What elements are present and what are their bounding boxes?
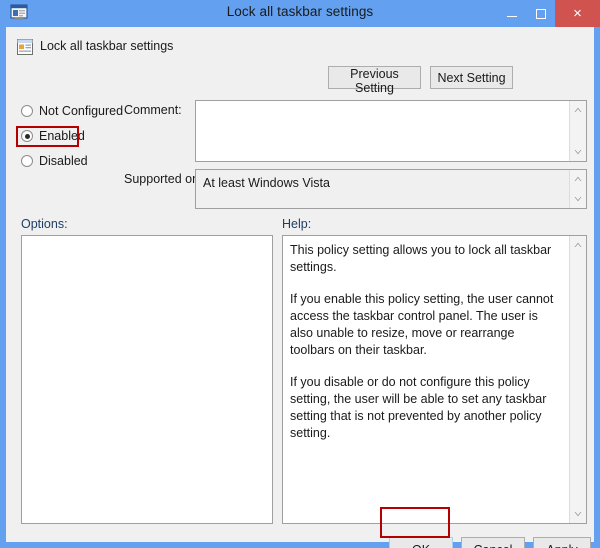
radio-enabled[interactable]: Enabled	[21, 129, 85, 143]
radio-disabled[interactable]: Disabled	[21, 154, 88, 168]
policy-setting-icon	[17, 39, 33, 55]
ok-button[interactable]: OK	[389, 537, 453, 548]
scroll-up-icon[interactable]	[570, 102, 586, 118]
supported-on-value: At least Windows Vista	[203, 176, 330, 190]
radio-enabled-icon	[21, 130, 33, 142]
policy-setting-dialog: Lock all taskbar settings × Lock all tas…	[0, 0, 600, 548]
radio-not-configured[interactable]: Not Configured	[21, 104, 123, 118]
help-content: This policy setting allows you to lock a…	[290, 242, 562, 442]
apply-button[interactable]: Apply	[533, 537, 591, 548]
radio-disabled-icon	[21, 155, 33, 167]
supported-on-scrollbar[interactable]	[569, 170, 586, 208]
help-panel[interactable]: This policy setting allows you to lock a…	[282, 235, 587, 524]
titlebar[interactable]: Lock all taskbar settings ×	[0, 0, 600, 27]
help-paragraph: This policy setting allows you to lock a…	[290, 243, 552, 274]
comment-scrollbar[interactable]	[569, 101, 586, 161]
previous-setting-button[interactable]: Previous Setting	[328, 66, 421, 95]
minimize-icon	[506, 16, 517, 17]
cancel-button[interactable]: Cancel	[461, 537, 525, 548]
comment-input[interactable]	[195, 100, 587, 162]
scroll-down-icon[interactable]	[570, 144, 586, 160]
window-controls: ×	[497, 0, 600, 27]
options-label: Options:	[21, 217, 68, 231]
maximize-button[interactable]	[526, 0, 555, 27]
close-icon: ×	[573, 5, 582, 22]
setting-name-label: Lock all taskbar settings	[40, 39, 174, 53]
help-paragraph: If you enable this policy setting, the u…	[290, 292, 554, 357]
radio-not-configured-label: Not Configured	[39, 104, 124, 118]
help-scrollbar[interactable]	[569, 236, 586, 523]
radio-disabled-label: Disabled	[39, 154, 88, 168]
help-paragraph: If you disable or do not configure this …	[290, 375, 547, 440]
help-label: Help:	[282, 217, 312, 231]
maximize-icon	[535, 8, 546, 19]
scroll-up-icon[interactable]	[570, 237, 586, 253]
radio-not-configured-icon	[21, 105, 33, 117]
scroll-up-icon[interactable]	[570, 171, 586, 187]
supported-on-label: Supported on:	[124, 172, 203, 186]
scroll-down-icon[interactable]	[570, 191, 586, 207]
radio-enabled-label: Enabled	[39, 129, 85, 143]
dialog-body: Lock all taskbar settings Previous Setti…	[6, 27, 594, 548]
comment-label: Comment:	[124, 103, 182, 117]
options-panel[interactable]	[21, 235, 273, 524]
close-button[interactable]: ×	[555, 0, 600, 27]
minimize-button[interactable]	[497, 0, 526, 27]
next-setting-button[interactable]: Next Setting	[430, 66, 513, 89]
supported-on-field[interactable]: At least Windows Vista	[195, 169, 587, 209]
scroll-down-icon[interactable]	[570, 506, 586, 522]
